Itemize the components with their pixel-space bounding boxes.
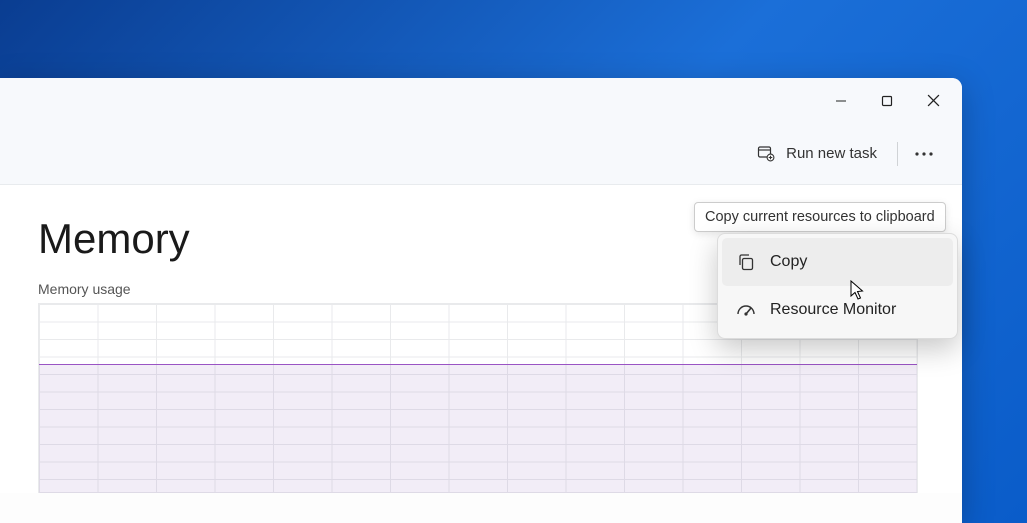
- chart-fill: [39, 364, 917, 493]
- menu-item-copy[interactable]: Copy: [722, 238, 953, 286]
- gauge-icon: [736, 300, 756, 320]
- maximize-button[interactable]: [864, 81, 910, 121]
- menu-item-resource-monitor-label: Resource Monitor: [770, 301, 896, 319]
- run-task-icon: [756, 144, 776, 164]
- copy-tooltip: Copy current resources to clipboard: [694, 202, 946, 232]
- titlebar: [0, 78, 962, 123]
- maximize-icon: [881, 95, 893, 107]
- more-icon: [915, 152, 933, 156]
- run-new-task-button[interactable]: Run new task: [744, 136, 889, 172]
- more-options-button[interactable]: [906, 136, 942, 172]
- close-button[interactable]: [910, 81, 956, 121]
- menu-item-copy-label: Copy: [770, 253, 807, 271]
- more-options-menu: Copy Resource Monitor: [717, 233, 958, 339]
- minimize-icon: [835, 95, 847, 107]
- minimize-button[interactable]: [818, 81, 864, 121]
- toolbar-divider: [897, 142, 898, 166]
- toolbar: Run new task: [0, 123, 962, 185]
- menu-item-resource-monitor[interactable]: Resource Monitor: [722, 286, 953, 334]
- close-icon: [927, 94, 940, 107]
- run-new-task-label: Run new task: [786, 145, 877, 162]
- copy-icon: [736, 252, 756, 272]
